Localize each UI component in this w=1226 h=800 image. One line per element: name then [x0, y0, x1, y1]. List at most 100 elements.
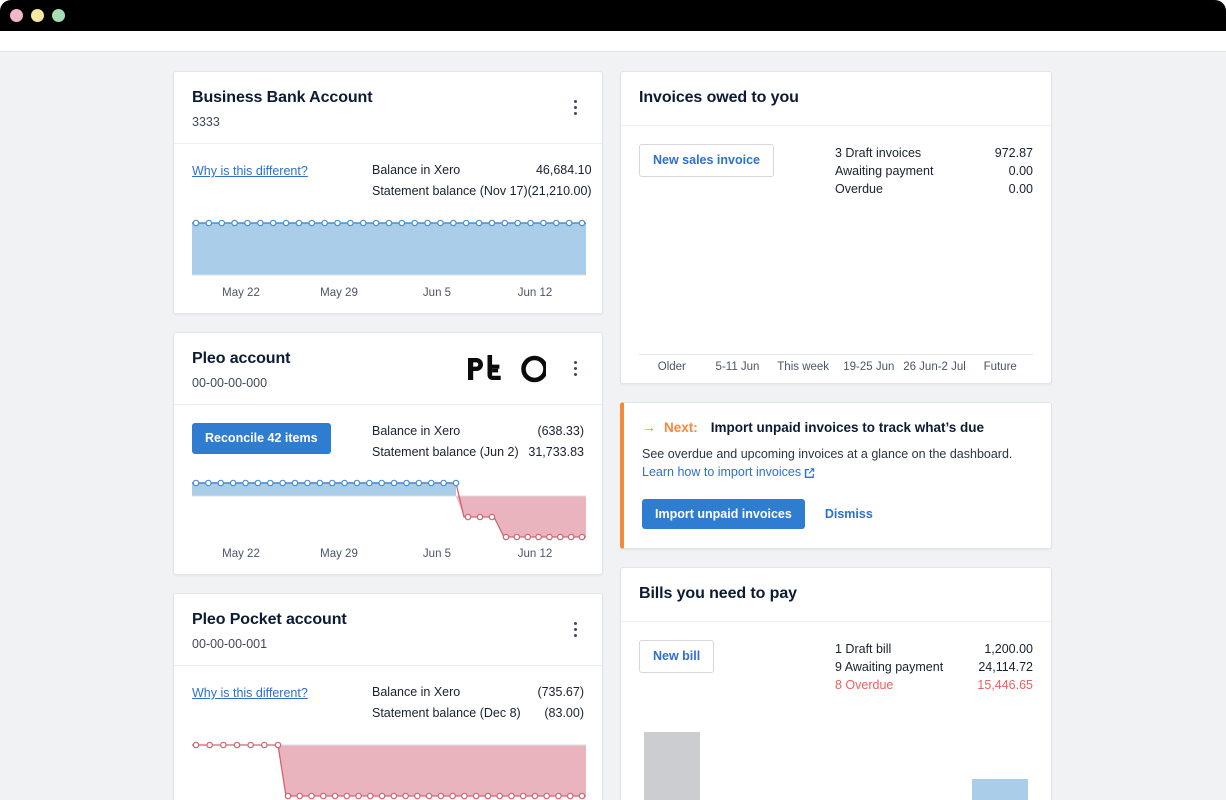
sparkline-area-negative	[278, 745, 586, 796]
sparkline-marker	[331, 792, 339, 800]
sparkline-marker	[206, 741, 213, 749]
kebab-dot-icon	[573, 367, 577, 370]
sparkline-marker	[316, 479, 324, 487]
close-window-icon[interactable]	[10, 9, 23, 22]
figure-value: 46,684.10	[535, 163, 592, 177]
invoices-summary-row: New sales invoice 3 Draft invoices 972.8…	[639, 144, 1033, 198]
bills-bars	[639, 727, 1033, 800]
why-is-this-different-link[interactable]: Why is this different?	[192, 164, 308, 178]
figure-label: Awaiting payment	[835, 164, 934, 178]
figure-label: Statement balance (Dec 8)	[372, 706, 521, 720]
sparkline-marker	[540, 219, 547, 227]
figure-value: 1,200.00	[984, 642, 1033, 656]
axis-tick-label: May 29	[320, 548, 358, 560]
why-is-this-different-link[interactable]: Why is this different?	[192, 686, 308, 700]
axis-tick-label: May 22	[222, 548, 260, 560]
pleo-logo-icon	[468, 354, 546, 383]
bank-account-card-pleo: Pleo account 00-00-00-000 Reconcile 42 i…	[173, 332, 603, 575]
sparkline-marker	[220, 741, 227, 749]
pleo-wordmark-icon	[468, 354, 546, 382]
sparkline-marker	[229, 479, 237, 487]
card-header: Pleo Pocket account 00-00-00-001	[174, 594, 602, 666]
figure-label: Balance in Xero	[372, 163, 461, 177]
bar[interactable]	[643, 732, 700, 800]
reconcile-items-button[interactable]: Reconcile 42 items	[192, 423, 331, 454]
sparkline-marker	[343, 792, 351, 800]
maximize-window-icon[interactable]	[52, 9, 65, 22]
kebab-dot-icon	[573, 628, 577, 631]
account-menu-button[interactable]	[564, 358, 586, 380]
bar[interactable]	[972, 778, 1029, 800]
banner-description-text: See overdue and upcoming invoices at a g…	[642, 447, 1013, 461]
activity-column: Invoices owed to you New sales invoice 3…	[620, 71, 1052, 800]
traffic-lights	[10, 0, 65, 31]
bills-figures: 1 Draft bill 1,200.00 9 Awaiting payment…	[835, 640, 1033, 694]
bills-action-area: New bill	[639, 640, 835, 673]
learn-how-to-import-invoices-link[interactable]: Learn how to import invoices	[642, 465, 801, 479]
sparkline-marker	[319, 792, 327, 800]
new-bill-button[interactable]: New bill	[639, 640, 715, 673]
sparkline-marker	[450, 219, 457, 227]
card-header: Business Bank Account 3333	[174, 72, 602, 144]
sparkline-marker	[274, 741, 282, 749]
account-figures: Balance in Xero (735.67) Statement balan…	[372, 682, 584, 724]
figure-row: Statement balance (Dec 8) (83.00)	[372, 703, 584, 724]
axis-tick-label: 26 Jun-2 Jul	[903, 361, 966, 373]
figure-label: Statement balance (Nov 17)	[372, 184, 528, 198]
import-unpaid-invoices-button[interactable]: Import unpaid invoices	[642, 498, 805, 530]
account-menu-button[interactable]	[564, 97, 586, 119]
kebab-dot-icon	[573, 361, 577, 364]
sparkline-marker	[531, 792, 539, 800]
sparkline-marker	[269, 219, 277, 227]
kebab-dot-icon	[573, 100, 577, 103]
bar-slot	[902, 727, 968, 800]
sparkline-marker	[476, 513, 484, 521]
sparkline-marker	[565, 219, 573, 227]
sparkline-marker	[437, 792, 445, 800]
browser-toolbar-strip	[0, 31, 1226, 51]
account-action-area: Why is this different?	[192, 682, 372, 702]
sparkline-marker	[355, 792, 362, 800]
sparkline-marker	[205, 219, 213, 227]
sparkline-svg	[192, 219, 586, 276]
figure-value: (83.00)	[544, 706, 584, 720]
bills-summary-row: New bill 1 Draft bill 1,200.00 9 Awaitin…	[639, 640, 1033, 694]
invoices-action-area: New sales invoice	[639, 144, 835, 177]
dismiss-banner-button[interactable]: Dismiss	[821, 498, 877, 530]
sparkline-svg	[192, 479, 586, 541]
sparkline-marker	[462, 219, 470, 227]
bank-account-card-pleo-pocket: Pleo Pocket account 00-00-00-001 Why is …	[173, 593, 603, 800]
figure-value: 31,733.83	[528, 445, 584, 459]
account-figures: Balance in Xero 46,684.10 Statement bala…	[372, 160, 592, 202]
sparkline-marker	[372, 219, 380, 227]
sparkline-marker	[257, 219, 264, 227]
external-link-icon	[804, 466, 815, 484]
sparkline-marker	[341, 479, 348, 487]
minimize-window-icon[interactable]	[31, 9, 44, 22]
sparkline-marker	[578, 219, 586, 227]
sparkline-marker	[304, 479, 311, 487]
sparkline-marker	[415, 479, 423, 487]
sparkline-marker	[464, 513, 472, 521]
sparkline-marker	[461, 792, 468, 800]
figure-value: 24,114.72	[978, 660, 1033, 674]
figure-label: 3 Draft invoices	[835, 146, 922, 160]
bank-accounts-column: Business Bank Account 3333 Why is this d…	[173, 71, 603, 800]
account-menu-button[interactable]	[564, 619, 586, 641]
sparkline-marker	[233, 741, 241, 749]
sparkline-svg	[192, 741, 586, 800]
new-sales-invoice-button[interactable]: New sales invoice	[639, 144, 775, 177]
axis-tick-label: 5-11 Jun	[715, 361, 760, 373]
figure-row: Balance in Xero (735.67)	[372, 682, 584, 703]
sparkline-marker	[390, 792, 398, 800]
sparkline-marker	[488, 219, 496, 227]
sparkline-marker	[475, 219, 483, 227]
sparkline-marker	[449, 792, 456, 800]
invoices-figures: 3 Draft invoices 972.87 Awaiting payment…	[835, 144, 1033, 198]
invoices-bar-chart: Older 5-11 Jun This week 19-25 Jun 26 Ju…	[639, 198, 1033, 373]
sparkline-axis-labels: May 22 May 29 Jun 5 Jun 12	[192, 287, 584, 303]
sparkline-marker	[535, 533, 542, 541]
axis-tick-label: Jun 5	[422, 287, 452, 299]
sparkline-marker	[556, 533, 564, 541]
kebab-dot-icon	[573, 373, 577, 376]
